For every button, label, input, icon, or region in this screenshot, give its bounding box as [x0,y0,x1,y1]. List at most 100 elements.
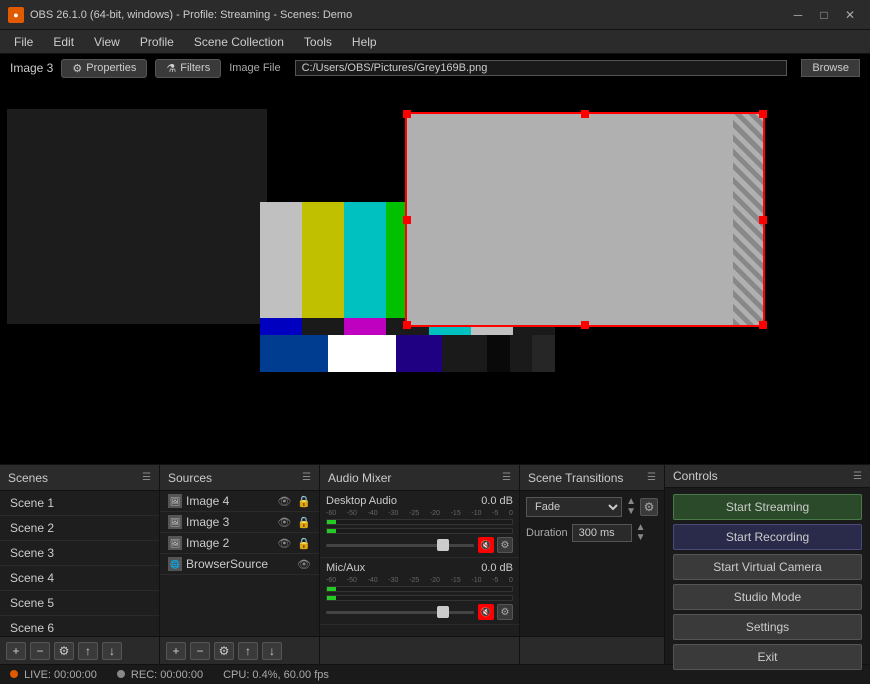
desktop-mute-button[interactable]: 🔇 [478,537,494,553]
titlebar: ● OBS 26.1.0 (64-bit, windows) - Profile… [0,0,870,30]
desktop-config-button[interactable]: ⚙ [497,537,513,553]
scenes-list: Scene 1 Scene 2 Scene 3 Scene 4 Scene 5 … [0,491,159,636]
source-item[interactable]: 🖼 Image 2 👁 🔒 [160,533,319,554]
handle-ml[interactable] [403,216,411,224]
move-up-scene-button[interactable]: ↑ [78,642,98,660]
sources-menu-icon[interactable]: ☰ [302,472,311,483]
audio-mixer-header: Audio Mixer ☰ [320,465,519,491]
source-item[interactable]: 🖼 Image 4 👁 🔒 [160,491,319,512]
mic-aux-db: 0.0 dB [481,562,513,574]
start-recording-button[interactable]: Start Recording [673,524,862,550]
file-path-input[interactable] [295,60,788,76]
browse-button[interactable]: Browse [801,59,860,77]
source-settings-button[interactable]: ⚙ [214,642,234,660]
mic-aux-controls: 🔇 ⚙ [478,604,513,620]
sources-header: Sources ☰ [160,465,319,491]
rec-status: REC: 00:00:00 [117,669,203,681]
panels-area: Scenes ☰ Scene 1 Scene 2 Scene 3 Scene 4… [0,464,870,664]
handle-tr[interactable] [759,110,767,118]
move-down-source-button[interactable]: ↓ [262,642,282,660]
handle-bc[interactable] [581,321,589,329]
remove-source-button[interactable]: − [190,642,210,660]
audio-mixer-panel: Audio Mixer ☰ Desktop Audio 0.0 dB -60-5… [320,465,520,664]
controls-header: Controls ☰ [665,465,870,488]
scene-item[interactable]: Scene 4 [0,566,159,591]
scene-item[interactable]: Scene 5 [0,591,159,616]
start-virtual-camera-button[interactable]: Start Virtual Camera [673,554,862,580]
menu-profile[interactable]: Profile [130,33,184,51]
menu-file[interactable]: File [4,33,43,51]
mic-mute-button[interactable]: 🔇 [478,604,494,620]
handle-br[interactable] [759,321,767,329]
source-item[interactable]: 🌐 BrowserSource 👁 [160,554,319,575]
selected-source-overlay[interactable] [405,112,765,327]
lock-icon[interactable]: 🔒 [297,516,311,529]
properties-button[interactable]: ⚙ Properties [61,59,147,78]
preview-left-dark [7,109,267,324]
image-file-label: Image File [229,62,280,74]
eye-icon[interactable]: 👁 [297,558,311,571]
transition-gear-button[interactable]: ⚙ [640,498,658,516]
transition-select[interactable]: Fade Cut Swipe Slide [526,497,622,517]
rec-dot [117,670,125,678]
menu-view[interactable]: View [84,33,130,51]
handle-mr[interactable] [759,216,767,224]
eye-icon[interactable]: 👁 [277,516,291,529]
move-up-source-button[interactable]: ↑ [238,642,258,660]
handle-tc[interactable] [581,110,589,118]
eye-icon[interactable]: 👁 [277,537,291,550]
scenes-panel: Scenes ☰ Scene 1 Scene 2 Scene 3 Scene 4… [0,465,160,664]
maximize-button[interactable]: □ [812,5,836,25]
transition-arrows[interactable]: ▲ ▼ [626,497,636,517]
duration-arrows[interactable]: ▲ ▼ [636,523,646,543]
image-icon: 🖼 [168,515,182,529]
scene-settings-button[interactable]: ⚙ [54,642,74,660]
menu-edit[interactable]: Edit [43,33,84,51]
menu-help[interactable]: Help [342,33,387,51]
scene-item[interactable]: Scene 6 [0,616,159,636]
desktop-audio-fader[interactable] [326,544,474,547]
mic-aux-fader[interactable] [326,611,474,614]
add-scene-button[interactable]: + [6,642,26,660]
desktop-audio-label: Desktop Audio [326,495,397,507]
source-item[interactable]: 🖼 Image 3 👁 🔒 [160,512,319,533]
menu-scene-collection[interactable]: Scene Collection [184,33,294,51]
transitions-menu-icon[interactable]: ☰ [647,472,656,483]
handle-tl[interactable] [403,110,411,118]
controls-content: Start Streaming Start Recording Start Vi… [665,488,870,676]
lock-icon[interactable]: 🔒 [297,495,311,508]
mic-aux-fader-thumb[interactable] [437,606,449,618]
handle-bl[interactable] [403,321,411,329]
minimize-button[interactable]: ─ [786,5,810,25]
move-down-scene-button[interactable]: ↓ [102,642,122,660]
scene-transitions-panel: Scene Transitions ☰ Fade Cut Swipe Slide… [520,465,665,664]
filters-button[interactable]: ⚗ Filters [155,59,221,78]
settings-button[interactable]: Settings [673,614,862,640]
scenes-menu-icon[interactable]: ☰ [142,472,151,483]
scene-item[interactable]: Scene 1 [0,491,159,516]
duration-input[interactable] [572,524,632,542]
scene-item[interactable]: Scene 3 [0,541,159,566]
window-controls: ─ □ ✕ [786,5,862,25]
scenes-toolbar: + − ⚙ ↑ ↓ [0,636,159,664]
add-source-button[interactable]: + [166,642,186,660]
start-streaming-button[interactable]: Start Streaming [673,494,862,520]
meter-labels-mic: -60-50-40-30-25-20-15-10-50 [326,577,513,584]
mic-aux-meter2 [326,595,513,601]
eye-icon[interactable]: 👁 [277,495,291,508]
controls-menu-icon[interactable]: ☰ [853,471,862,482]
exit-button[interactable]: Exit [673,644,862,670]
audio-menu-icon[interactable]: ☰ [502,472,511,483]
desktop-audio-fader-thumb[interactable] [437,539,449,551]
preview-area: Image 3 ⚙ Properties ⚗ Filters Image Fil… [0,54,870,464]
remove-scene-button[interactable]: − [30,642,50,660]
scene-item[interactable]: Scene 2 [0,516,159,541]
mic-aux-meter [326,586,513,592]
mic-config-button[interactable]: ⚙ [497,604,513,620]
lock-icon[interactable]: 🔒 [297,537,311,550]
desktop-audio-controls: 🔇 ⚙ [478,537,513,553]
filter-icon: ⚗ [166,62,176,75]
menu-tools[interactable]: Tools [294,33,342,51]
close-button[interactable]: ✕ [838,5,862,25]
studio-mode-button[interactable]: Studio Mode [673,584,862,610]
